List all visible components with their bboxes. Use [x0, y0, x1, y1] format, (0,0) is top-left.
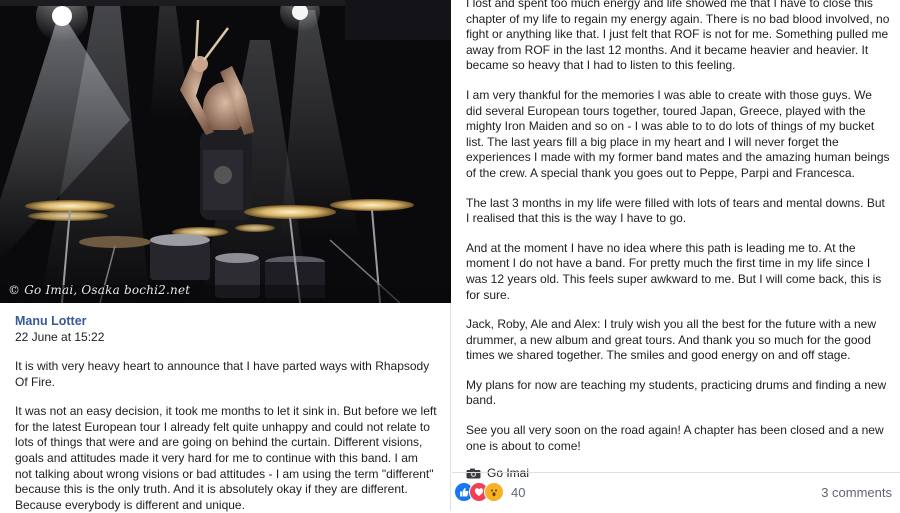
post-paragraph-8: My plans for now are teaching my student… [466, 377, 887, 408]
right-column: I lost and spent too much energy and lif… [452, 0, 900, 511]
reaction-summary[interactable]: 40 [454, 482, 525, 502]
post-paragraph-7: Jack, Roby, Ale and Alex: I truly wish y… [466, 317, 876, 363]
post-paragraph-2: It was not an easy decision, it took me … [15, 404, 437, 512]
left-column: © Go Imai, Osaka bochi2.net Manu Lotter … [0, 0, 451, 512]
reaction-count[interactable]: 40 [511, 485, 525, 500]
post-paragraph-9: See you all very soon on the road again!… [466, 423, 884, 453]
drummer-photo [0, 0, 451, 303]
wow-icon [484, 482, 504, 502]
post-photo[interactable]: © Go Imai, Osaka bochi2.net [0, 0, 451, 303]
reactions-bar: 40 3 comments [452, 478, 900, 506]
photo-watermark: © Go Imai, Osaka bochi2.net [8, 283, 191, 297]
post-timestamp[interactable]: 22 June at 15:22 [15, 329, 437, 345]
comments-count-link[interactable]: 3 comments [821, 485, 892, 500]
post-text-continued: I lost and spent too much energy and lif… [466, 0, 890, 480]
post-paragraph-4: I am very thankful for the memories I wa… [466, 87, 890, 180]
post-paragraph-6: And at the moment I have no idea where t… [466, 240, 882, 302]
post-paragraph-1: It is with very heavy heart to announce … [15, 359, 430, 389]
post-paragraph-5: The last 3 months in my life were filled… [466, 195, 885, 226]
author-name-link[interactable]: Manu Lotter [15, 313, 437, 329]
post-header-left: Manu Lotter 22 June at 15:22 It is with … [0, 303, 451, 512]
footer-divider [452, 472, 900, 473]
post-paragraph-3: I lost and spent too much energy and lif… [466, 0, 890, 73]
